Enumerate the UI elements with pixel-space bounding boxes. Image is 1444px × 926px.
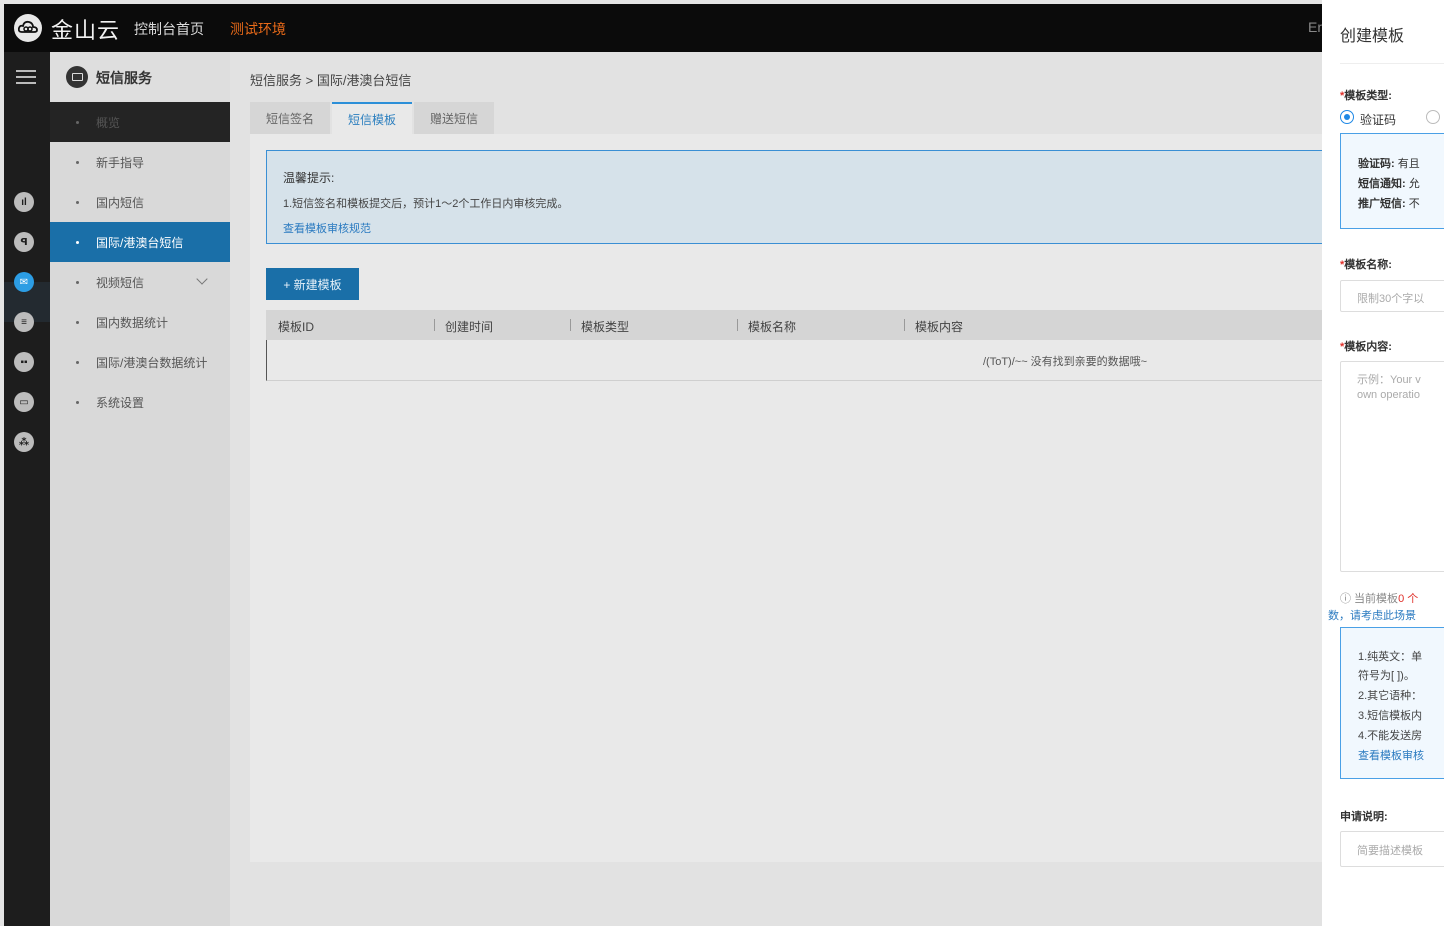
rule-line: 1.纯英文：单	[1358, 651, 1423, 663]
radio-verification-label[interactable]: 验证码	[1360, 111, 1396, 128]
notice-title: 温馨提示:	[283, 171, 335, 185]
radio-verification[interactable]	[1340, 110, 1354, 124]
mail-icon[interactable]: ✉	[14, 272, 34, 292]
rule-line: 4.不能发送房	[1358, 730, 1423, 742]
cluster-icon[interactable]: ⁂	[14, 432, 34, 452]
tab-bar: 短信签名 短信模板 赠送短信	[250, 102, 496, 134]
new-template-button[interactable]: + 新建模板	[266, 268, 359, 300]
rule-line: 2.其它语种：	[1358, 690, 1423, 702]
template-content-textarea[interactable]: 示例：Your v own operatio	[1340, 361, 1444, 572]
product-rail: ıl ꟼ ✉ ≡ ▪▪ ▭ ⁂	[4, 52, 50, 926]
column-header[interactable]: 模板名称	[748, 318, 796, 335]
notice-line: 1.短信签名和模板提交后，预计1～2个工作日内审核完成。	[283, 198, 569, 210]
sidebar-item-domestic-sms[interactable]: 国内短信	[50, 182, 230, 222]
environment-badge: 测试环境	[230, 21, 286, 37]
sidebar-item-label: 国际/港澳台数据统计	[96, 355, 208, 370]
sidebar-item-settings[interactable]: 系统设置	[50, 382, 230, 422]
rules-link[interactable]: 查看模板审核	[1358, 747, 1424, 763]
tab-gift-sms[interactable]: 赠送短信	[414, 102, 495, 134]
notice-box: 温馨提示: 1.短信签名和模板提交后，预计1～2个工作日内审核完成。 查看模板审…	[266, 150, 1322, 244]
content-label: *模板内容:	[1340, 341, 1392, 353]
mail-icon	[66, 66, 88, 88]
top-right-menu[interactable]: Er	[1308, 19, 1322, 35]
radio-next-option[interactable]	[1426, 110, 1440, 124]
card-icon[interactable]: ▭	[14, 392, 34, 412]
dual-icon[interactable]: ▪▪	[14, 352, 34, 372]
column-header[interactable]: 模板内容	[915, 318, 963, 335]
sidebar-item-label: 系统设置	[96, 395, 145, 410]
sidebar-header: 短信服务	[50, 52, 230, 102]
sidebar-item-label: 视频短信	[96, 275, 145, 290]
sidebar-item-intl-stats[interactable]: 国际/港澳台数据统计	[50, 342, 230, 382]
template-name-input[interactable]: 限制30个字以	[1340, 280, 1444, 312]
top-bar: 金山云 控制台首页 测试环境 Er	[4, 4, 1322, 52]
type-info-line: 短信通知: 允	[1358, 178, 1420, 190]
brand-name[interactable]: 金山云	[51, 13, 120, 45]
review-rules-link[interactable]: 查看模板审核规范	[283, 220, 371, 236]
sidebar-item-overview[interactable]: 概览	[50, 102, 230, 142]
drawer-divider	[1340, 63, 1444, 64]
column-header[interactable]: 创建时间	[445, 318, 493, 335]
sidebar-item-guide[interactable]: 新手指导	[50, 142, 230, 182]
sidebar-item-domestic-stats[interactable]: 国内数据统计	[50, 302, 230, 342]
type-info-box: 验证码: 有且 短信通知: 允 推广短信: 不	[1340, 133, 1444, 229]
console-background: 金山云 控制台首页 测试环境 Er ıl ꟼ ✉ ≡ ▪▪ ▭ ⁂ 短信服务 概…	[0, 0, 1322, 926]
tab-sms-template[interactable]: 短信模板	[332, 102, 413, 134]
sidebar-item-video-sms[interactable]: 视频短信	[50, 262, 230, 302]
sidebar-item-label: 国际/港澳台短信	[96, 235, 184, 250]
audio-icon[interactable]: ıl	[14, 192, 34, 212]
create-template-drawer: 创建模板 *模板类型: 验证码 验证码: 有且 短信通知: 允 推广短信: 不 …	[1322, 0, 1444, 926]
rule-line: 符号为[ ])。	[1358, 670, 1415, 682]
sidebar-item-label: 新手指导	[96, 155, 145, 170]
database-icon[interactable]: ≡	[14, 312, 34, 332]
rules-info-box: 1.纯英文：单 符号为[ ])。 2.其它语种： 3.短信模板内 4.不能发送房…	[1340, 627, 1444, 779]
count-tip-line2: 数，请考虑此场景	[1328, 610, 1416, 622]
menu-icon[interactable]	[16, 70, 36, 88]
sidebar-item-label: 国内短信	[96, 195, 145, 210]
apply-description-input[interactable]: 简要描述模板	[1340, 831, 1444, 867]
empty-message: /(ToT)/~~ 没有找到亲要的数据哦~	[983, 356, 1148, 368]
sidebar: 短信服务 概览 新手指导 国内短信 国际/港澳台短信 视频短信 国内数据统计 国…	[50, 52, 277, 926]
tab-sms-signature[interactable]: 短信签名	[250, 102, 331, 134]
sidebar-title: 短信服务	[96, 70, 152, 86]
drawer-title: 创建模板	[1340, 28, 1405, 45]
sidebar-item-intl-sms[interactable]: 国际/港澳台短信	[50, 222, 230, 262]
rule-line: 3.短信模板内	[1358, 710, 1423, 722]
apply-label: 申请说明:	[1340, 811, 1388, 823]
count-tip: ⓘ 当前模板0 个	[1340, 593, 1419, 605]
type-info-line: 验证码: 有且	[1358, 158, 1420, 170]
table-body: /(ToT)/~~ 没有找到亲要的数据哦~	[266, 340, 1322, 381]
name-label: *模板名称:	[1340, 259, 1392, 271]
id-icon[interactable]: ꟼ	[14, 232, 34, 252]
column-header[interactable]: 模板ID	[278, 318, 314, 335]
table-header: 模板ID 创建时间 模板类型 模板名称 模板内容	[266, 310, 1322, 340]
cloud-logo-icon[interactable]	[14, 14, 42, 42]
breadcrumb: 短信服务 > 国际/港澳台短信	[250, 73, 412, 88]
sidebar-item-label: 国内数据统计	[96, 315, 169, 330]
console-home-link[interactable]: 控制台首页	[134, 19, 204, 39]
type-info-line: 推广短信: 不	[1358, 198, 1420, 210]
template-panel: 温馨提示: 1.短信签名和模板提交后，预计1～2个工作日内审核完成。 查看模板审…	[250, 134, 1322, 862]
column-header[interactable]: 模板类型	[581, 318, 629, 335]
sidebar-item-label: 概览	[96, 115, 121, 130]
type-label: *模板类型:	[1340, 90, 1392, 102]
main-content: 短信服务 > 国际/港澳台短信 短信签名 短信模板 赠送短信 温馨提示: 1.短…	[230, 52, 1322, 926]
chevron-down-icon	[196, 273, 208, 285]
